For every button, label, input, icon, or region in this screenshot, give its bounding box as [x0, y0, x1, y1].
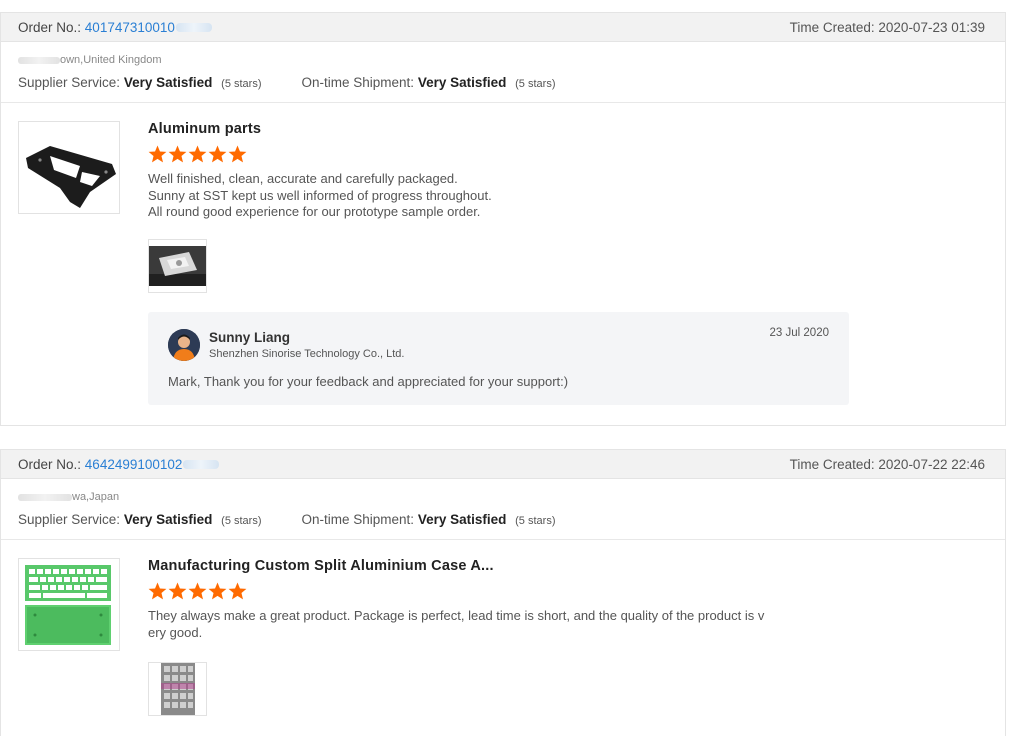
redacted-buyer-name [18, 493, 72, 501]
star-rating [148, 582, 988, 600]
review-photo-image [160, 663, 195, 715]
product-thumbnail[interactable] [18, 121, 120, 214]
product-thumbnail[interactable] [18, 558, 120, 651]
review-body: Aluminum parts Well finished, clean, acc… [1, 103, 1005, 425]
order-header: Order No.: 401747310010 Time Created: 20… [1, 12, 1005, 42]
order-number-link[interactable]: 4642499100102 [85, 457, 183, 472]
buyer-location: own,United Kingdom [60, 54, 162, 66]
redacted-order-suffix [175, 23, 212, 33]
star-rating [148, 145, 988, 163]
star-icon [228, 145, 247, 163]
aluminum-part-image [26, 145, 116, 208]
star-icon [188, 145, 207, 163]
reply-author-name: Sunny Liang [209, 329, 290, 345]
redacted-order-suffix [183, 460, 220, 470]
star-icon [208, 145, 227, 163]
order-number-link[interactable]: 401747310010 [85, 20, 175, 35]
time-label: Time Created: [789, 456, 875, 472]
redacted-buyer-name [18, 56, 60, 64]
time-label: Time Created: [789, 19, 875, 35]
supplier-reply: Sunny Liang Shenzhen Sinorise Technology… [148, 311, 849, 405]
order-label: Order No.: [18, 19, 82, 35]
reply-company: Shenzhen Sinorise Technology Co., Ltd. [209, 347, 405, 360]
supplier-service-rating: Supplier Service: Very Satisfied (5 star… [18, 512, 262, 527]
order-label: Order No.: [18, 456, 82, 472]
star-icon [148, 582, 167, 600]
avatar [168, 328, 200, 361]
product-title[interactable]: Manufacturing Custom Split Aluminium Cas… [148, 558, 988, 574]
aluminium-case-image [25, 564, 111, 645]
buyer-location: wa,Japan [72, 491, 120, 503]
time-created: 2020-07-23 01:39 [878, 19, 985, 35]
star-icon [168, 582, 187, 600]
product-title[interactable]: Aluminum parts [148, 121, 988, 137]
supplier-service-rating: Supplier Service: Very Satisfied (5 star… [18, 75, 262, 90]
star-icon [208, 582, 227, 600]
review-text: They always make a great product. Packag… [148, 608, 765, 640]
on-time-shipment-rating: On-time Shipment: Very Satisfied (5 star… [301, 75, 556, 90]
review-photo-image [149, 245, 206, 286]
time-created: 2020-07-22 22:46 [878, 456, 985, 472]
review-photo[interactable] [148, 238, 207, 293]
star-icon [228, 582, 247, 600]
order-ratings: Supplier Service: Very Satisfied (5 star… [18, 75, 988, 90]
star-icon [188, 582, 207, 600]
reply-text: Mark, Thank you for your feedback and ap… [168, 373, 569, 389]
review-card-1: Order No.: 401747310010 Time Created: 20… [0, 12, 1006, 426]
buyer-info: wa,Japan Supplier Service: Very Satisfie… [1, 479, 1005, 540]
star-icon [148, 145, 167, 163]
review-card-2: Order No.: 4642499100102 Time Created: 2… [0, 449, 1006, 736]
reply-date: 23 Jul 2020 [769, 326, 829, 339]
star-icon [168, 145, 187, 163]
review-photo[interactable] [148, 662, 207, 716]
review-body: Manufacturing Custom Split Aluminium Cas… [1, 540, 1005, 736]
review-text: Well finished, clean, accurate and caref… [148, 171, 492, 219]
order-ratings: Supplier Service: Very Satisfied (5 star… [18, 512, 988, 527]
on-time-shipment-rating: On-time Shipment: Very Satisfied (5 star… [301, 512, 556, 527]
order-header: Order No.: 4642499100102 Time Created: 2… [1, 449, 1005, 479]
buyer-info: own,United Kingdom Supplier Service: Ver… [1, 42, 1005, 103]
